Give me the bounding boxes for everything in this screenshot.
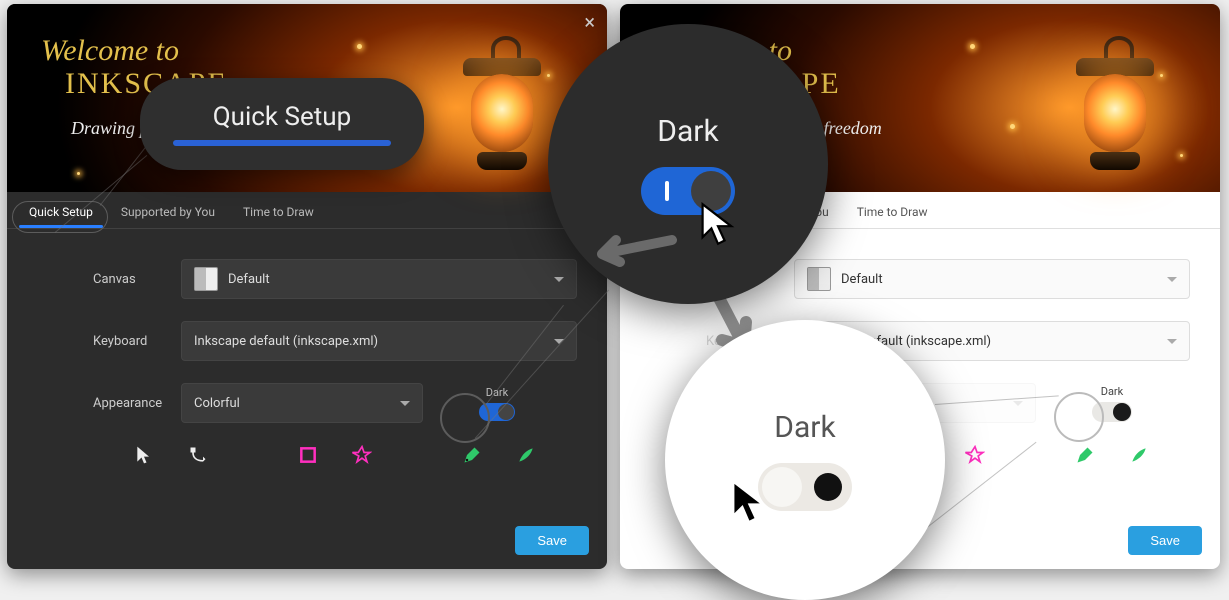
appearance-select[interactable]: Colorful	[181, 383, 423, 423]
lantern-image	[455, 36, 549, 186]
callout-quick-setup: Quick Setup	[140, 78, 424, 170]
canvas-select[interactable]: Default	[794, 259, 1190, 299]
tool-iconbar	[93, 445, 577, 465]
tab-time-to-draw[interactable]: Time to Draw	[229, 197, 328, 228]
canvas-label: Canvas	[93, 272, 181, 287]
tab-supported[interactable]: Supported by You	[107, 197, 229, 228]
callout-source-outline	[1054, 392, 1104, 442]
chevron-down-icon	[1013, 401, 1023, 406]
canvas-select[interactable]: Default	[181, 259, 577, 299]
pen-icon[interactable]	[462, 445, 482, 465]
pointer-icon[interactable]	[134, 445, 154, 465]
keyboard-label: Keyboard	[93, 334, 181, 349]
chevron-down-icon	[554, 277, 564, 282]
pen-icon[interactable]	[1075, 445, 1095, 465]
cursor-icon	[696, 202, 740, 246]
chevron-down-icon	[400, 401, 410, 406]
save-button[interactable]: Save	[1128, 526, 1202, 555]
appearance-label: Appearance	[93, 396, 181, 411]
callout-source-outline	[440, 393, 490, 443]
callout-label: Dark	[774, 410, 835, 445]
calligraphy-icon[interactable]	[1129, 445, 1149, 465]
checker-icon	[807, 267, 831, 291]
star-icon[interactable]	[352, 445, 372, 465]
square-icon[interactable]	[298, 445, 318, 465]
dark-toggle-label: Dark	[1101, 385, 1124, 398]
checker-icon	[194, 267, 218, 291]
cursor-icon	[727, 480, 771, 524]
star-icon[interactable]	[965, 445, 985, 465]
callout-dark-off: Dark	[665, 320, 945, 600]
dark-toggle-zoom[interactable]	[758, 463, 852, 511]
calligraphy-icon[interactable]	[516, 445, 536, 465]
chevron-down-icon	[1167, 339, 1177, 344]
arrow-icon	[582, 220, 682, 270]
callout-label: Dark	[657, 114, 718, 149]
node-icon[interactable]	[188, 445, 208, 465]
quick-setup-form: Canvas Default Keyboard Inkscape default…	[7, 229, 607, 475]
tab-time-to-draw[interactable]: Time to Draw	[843, 197, 942, 228]
chevron-down-icon	[1167, 277, 1177, 282]
close-icon[interactable]: ×	[584, 10, 595, 34]
keyboard-select[interactable]: Inkscape default (inkscape.xml)	[181, 321, 577, 361]
lantern-image	[1068, 36, 1162, 186]
callout-dark-on: Dark	[548, 24, 828, 304]
save-button[interactable]: Save	[515, 526, 589, 555]
